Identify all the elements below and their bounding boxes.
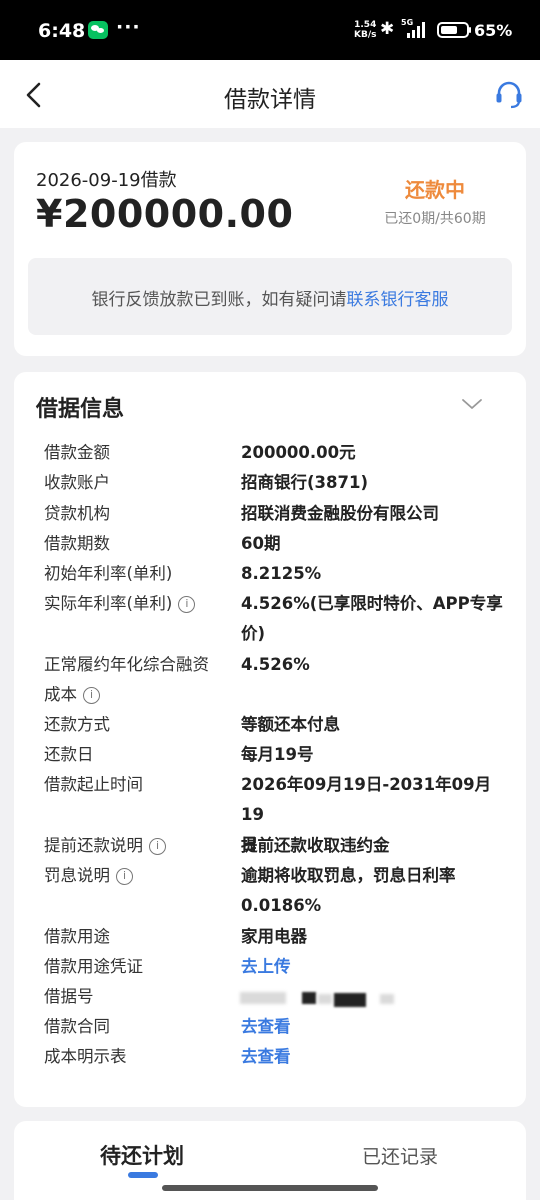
label-cost-disclosure: 成本明示表 (44, 1047, 127, 1066)
label-prepayment: 提前还款说明 i (44, 831, 166, 861)
loan-date: 2026-09-19借款 (36, 170, 177, 191)
info-icon[interactable]: i (178, 596, 196, 613)
contact-bank-service-link[interactable]: 联系银行客服 (347, 290, 449, 310)
value-repayment-day: 每月19号 (241, 745, 314, 764)
info-icon[interactable]: i (83, 687, 100, 704)
repayment-progress: 已还0期/共60期 (384, 211, 486, 227)
label-loan-purpose: 借款用途 (44, 927, 110, 946)
more-notifications-icon: ··· (116, 16, 141, 38)
label-receiving-account: 收款账户 (44, 473, 110, 492)
label-loan-period: 借款起止时间 (44, 775, 143, 794)
label-receipt-number: 借据号 (44, 987, 94, 1006)
view-contract-link[interactable]: 去查看 (241, 1012, 511, 1042)
page-title: 借款详情 (224, 87, 316, 113)
value-loan-amount: 200000.00元 (241, 443, 356, 462)
notice-text: 银行反馈放款已到账，如有疑问请联系银行客服 (91, 290, 449, 310)
label-actual-rate: 实际年利率(单利) i (44, 589, 196, 619)
value-annual-cost: 4.526% (241, 655, 310, 674)
home-indicator[interactable] (162, 1185, 378, 1191)
value-penalty: 逾期将收取罚息，罚息日利率 0.0186% (241, 866, 456, 915)
label-initial-rate: 初始年利率(单利) (44, 564, 173, 583)
label-lender: 贷款机构 (44, 504, 110, 523)
value-prepayment: 提前还款收取违约金 (241, 836, 390, 855)
value-initial-rate: 8.2125% (241, 564, 322, 583)
customer-service-icon[interactable] (494, 80, 524, 110)
label-loan-amount: 借款金额 (44, 443, 110, 462)
tab-repaid-records[interactable]: 已还记录 (362, 1142, 438, 1169)
battery-percent: 65% (474, 21, 513, 40)
value-receiving-account: 招商银行(3871) (241, 473, 369, 492)
label-purpose-proof: 借款用途凭证 (44, 957, 143, 976)
label-loan-contract: 借款合同 (44, 1017, 110, 1036)
value-lender: 招联消费金融股份有限公司 (241, 504, 439, 523)
network-speed: 1.54 KB/s (354, 20, 377, 40)
repayment-status: 还款中 (405, 178, 465, 202)
label-penalty: 罚息说明 i (44, 861, 133, 891)
chevron-down-icon[interactable] (461, 397, 483, 411)
battery-icon (437, 22, 469, 38)
label-loan-term: 借款期数 (44, 534, 110, 553)
upload-proof-link[interactable]: 去上传 (241, 952, 511, 982)
bluetooth-icon: ✱ (380, 19, 395, 39)
active-tab-indicator (128, 1172, 158, 1178)
value-loan-term: 60期 (241, 534, 281, 553)
label-annual-cost: 正常履约年化综合融资 成本 i (44, 655, 209, 704)
info-icon[interactable]: i (149, 838, 166, 855)
section-title: 借据信息 (36, 397, 125, 422)
wechat-notification-icon (88, 21, 108, 39)
signal-icon (407, 22, 429, 38)
label-repayment-method: 还款方式 (44, 715, 110, 734)
value-actual-rate: 4.526%(已享限时特价、APP专享 价) (241, 594, 503, 643)
info-icon[interactable]: i (116, 868, 133, 885)
tab-pending-plan[interactable]: 待还计划 (100, 1140, 184, 1170)
value-loan-purpose: 家用电器 (241, 927, 307, 946)
status-bar: 6:48 ··· 1.54 KB/s ✱ 5G 65% (0, 0, 540, 60)
view-cost-disclosure-link[interactable]: 去查看 (241, 1042, 511, 1072)
value-repayment-method: 等额还本付息 (241, 715, 340, 734)
loan-amount: ¥200000.00 (36, 192, 294, 236)
label-repayment-day: 还款日 (44, 745, 94, 764)
status-time: 6:48 (38, 20, 86, 42)
